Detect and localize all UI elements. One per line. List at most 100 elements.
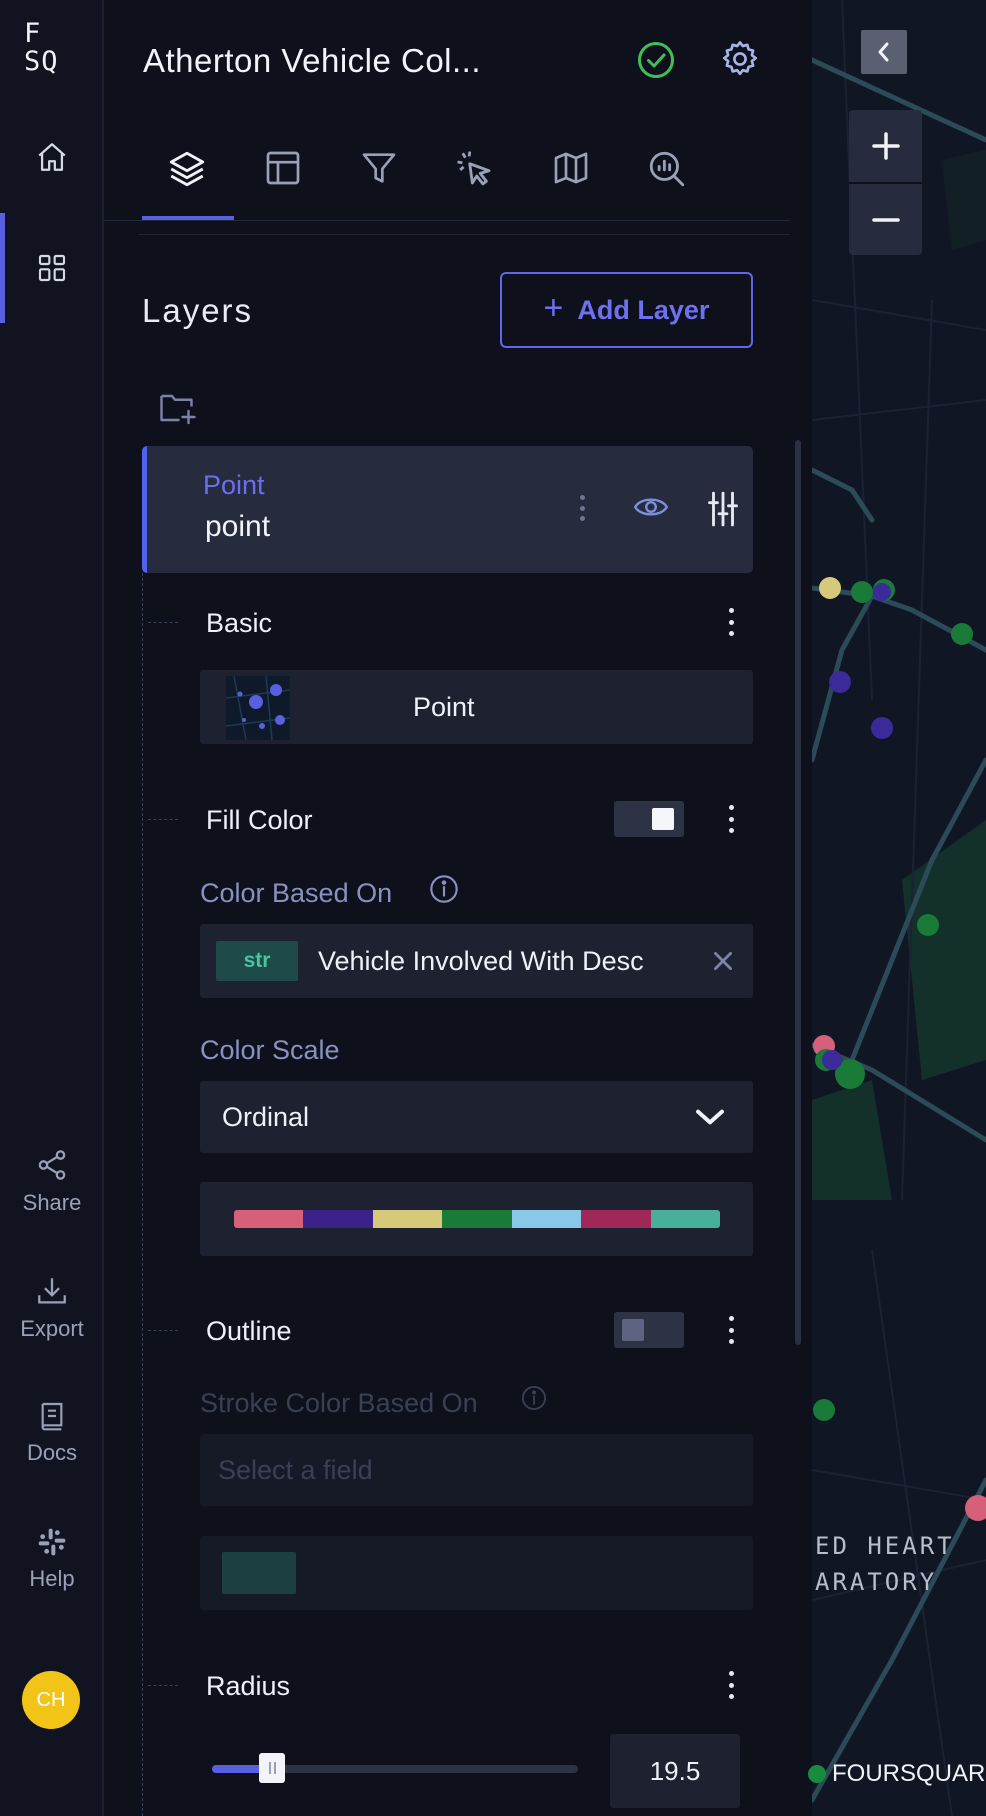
stroke-color-based-on-label: Stroke Color Based On xyxy=(200,1388,478,1418)
add-folder-icon[interactable] xyxy=(158,390,198,426)
map-point[interactable] xyxy=(829,671,851,693)
add-layer-button[interactable]: + Add Layer xyxy=(500,272,753,348)
close-icon[interactable] xyxy=(710,948,736,974)
color-scale-value: Ordinal xyxy=(222,1102,310,1132)
color-palette-picker[interactable] xyxy=(200,1182,753,1256)
layers-icon xyxy=(169,151,205,187)
map-point[interactable] xyxy=(822,1050,842,1070)
panel-scrollbar[interactable] xyxy=(795,440,801,1345)
tree-connector xyxy=(148,819,178,820)
tab-interactions[interactable] xyxy=(430,140,520,220)
color-scale-dropdown[interactable]: Ordinal xyxy=(200,1081,753,1153)
dashboard-icon xyxy=(38,254,66,282)
outline-section-title: Outline xyxy=(206,1316,292,1346)
map-attribution[interactable]: FOURSQUARE xyxy=(808,1760,986,1788)
palette-color-7 xyxy=(650,1210,720,1228)
docs-button[interactable]: Docs xyxy=(0,1400,104,1466)
basic-section-title: Basic xyxy=(206,608,273,638)
tab-analysis[interactable] xyxy=(622,140,712,220)
pointer-click-icon xyxy=(457,151,491,186)
color-palette xyxy=(234,1210,720,1228)
layer-settings-icon[interactable] xyxy=(707,490,739,528)
palette-color-4 xyxy=(442,1210,512,1228)
fill-color-toggle[interactable] xyxy=(614,801,684,837)
point-layer-thumbnail-icon xyxy=(226,676,290,740)
tab-base-map[interactable] xyxy=(526,140,616,220)
docs-label: Docs xyxy=(26,1440,78,1465)
add-layer-label: Add Layer xyxy=(577,294,710,325)
map-point[interactable] xyxy=(871,717,893,739)
color-scale-label: Color Scale xyxy=(200,1035,340,1065)
dashboard-button[interactable] xyxy=(0,252,104,284)
chevron-down-icon xyxy=(696,1109,724,1125)
map-point[interactable] xyxy=(819,577,841,599)
attribution-text: FOURSQUARE xyxy=(832,1760,986,1787)
info-icon[interactable] xyxy=(428,873,460,905)
export-icon xyxy=(38,1278,66,1304)
map-point[interactable] xyxy=(873,583,891,601)
tab-filters[interactable] xyxy=(334,140,424,220)
left-rail: F SQ Share Export Docs Help CH xyxy=(0,0,104,1816)
stroke-field-selector[interactable]: Select a field xyxy=(200,1434,753,1506)
stroke-color-picker[interactable] xyxy=(200,1536,753,1610)
color-field-selector[interactable]: str Vehicle Involved With Desc xyxy=(200,924,753,998)
map-point[interactable] xyxy=(917,914,939,936)
fill-color-menu-icon[interactable] xyxy=(728,805,734,833)
toggle-knob xyxy=(652,808,674,830)
radius-slider-handle[interactable] xyxy=(259,1753,285,1783)
map-place-label: ED HEART xyxy=(815,1532,955,1560)
basic-menu-icon[interactable] xyxy=(728,608,734,636)
saved-check-icon xyxy=(638,42,674,78)
help-label: Help xyxy=(29,1566,75,1591)
toggle-knob xyxy=(622,1319,644,1341)
filter-icon xyxy=(362,153,396,183)
palette-color-2 xyxy=(303,1210,373,1228)
export-label: Export xyxy=(20,1316,84,1341)
layer-name[interactable]: point xyxy=(205,510,270,544)
info-icon[interactable] xyxy=(520,1384,548,1412)
palette-color-1 xyxy=(234,1210,304,1228)
palette-color-6 xyxy=(581,1210,651,1228)
plus-icon: + xyxy=(543,288,564,327)
outline-toggle[interactable] xyxy=(614,1312,684,1348)
gear-icon[interactable] xyxy=(719,38,761,80)
tab-layers[interactable] xyxy=(142,140,232,220)
map-title[interactable]: Atherton Vehicle Col... xyxy=(143,42,481,80)
layer-card[interactable]: Point point xyxy=(142,446,753,573)
tree-connector xyxy=(148,1685,178,1686)
home-button[interactable] xyxy=(0,140,104,174)
map-point[interactable] xyxy=(813,1399,835,1421)
tabs-divider xyxy=(104,220,790,221)
field-type-badge: str xyxy=(216,941,298,981)
export-button[interactable]: Export xyxy=(0,1274,104,1342)
palette-color-5 xyxy=(511,1210,582,1228)
map-point[interactable] xyxy=(951,623,973,645)
share-button[interactable]: Share xyxy=(0,1148,104,1216)
color-based-on-label: Color Based On xyxy=(200,878,393,908)
avatar[interactable]: CH xyxy=(22,1671,80,1729)
map-point[interactable] xyxy=(851,581,873,603)
panel-tabs xyxy=(104,140,812,222)
eye-icon[interactable] xyxy=(633,492,669,522)
map-icon xyxy=(554,152,588,184)
palette-color-3 xyxy=(372,1210,443,1228)
docs-icon xyxy=(41,1402,63,1431)
tab-layout[interactable] xyxy=(238,140,328,220)
search-analysis-icon xyxy=(649,151,685,187)
outline-menu-icon[interactable] xyxy=(728,1316,734,1344)
share-icon xyxy=(38,1150,66,1180)
attribution-logo-icon xyxy=(808,1765,826,1783)
tree-connector xyxy=(148,1330,178,1331)
radius-slider[interactable] xyxy=(212,1753,578,1783)
radius-input[interactable]: 19.5 xyxy=(610,1734,740,1808)
fill-color-section-title: Fill Color xyxy=(206,805,313,835)
app-logo[interactable]: F SQ xyxy=(24,20,59,76)
share-label: Share xyxy=(22,1190,82,1215)
layer-type-selector[interactable]: Point xyxy=(200,670,753,744)
help-button[interactable]: Help xyxy=(0,1526,104,1592)
color-field-value: Vehicle Involved With Desc xyxy=(318,946,644,976)
layer-type-value: Point xyxy=(413,692,475,722)
radius-menu-icon[interactable] xyxy=(728,1671,734,1699)
map-point[interactable] xyxy=(965,1495,986,1521)
map-place-label: ARATORY xyxy=(815,1568,938,1596)
